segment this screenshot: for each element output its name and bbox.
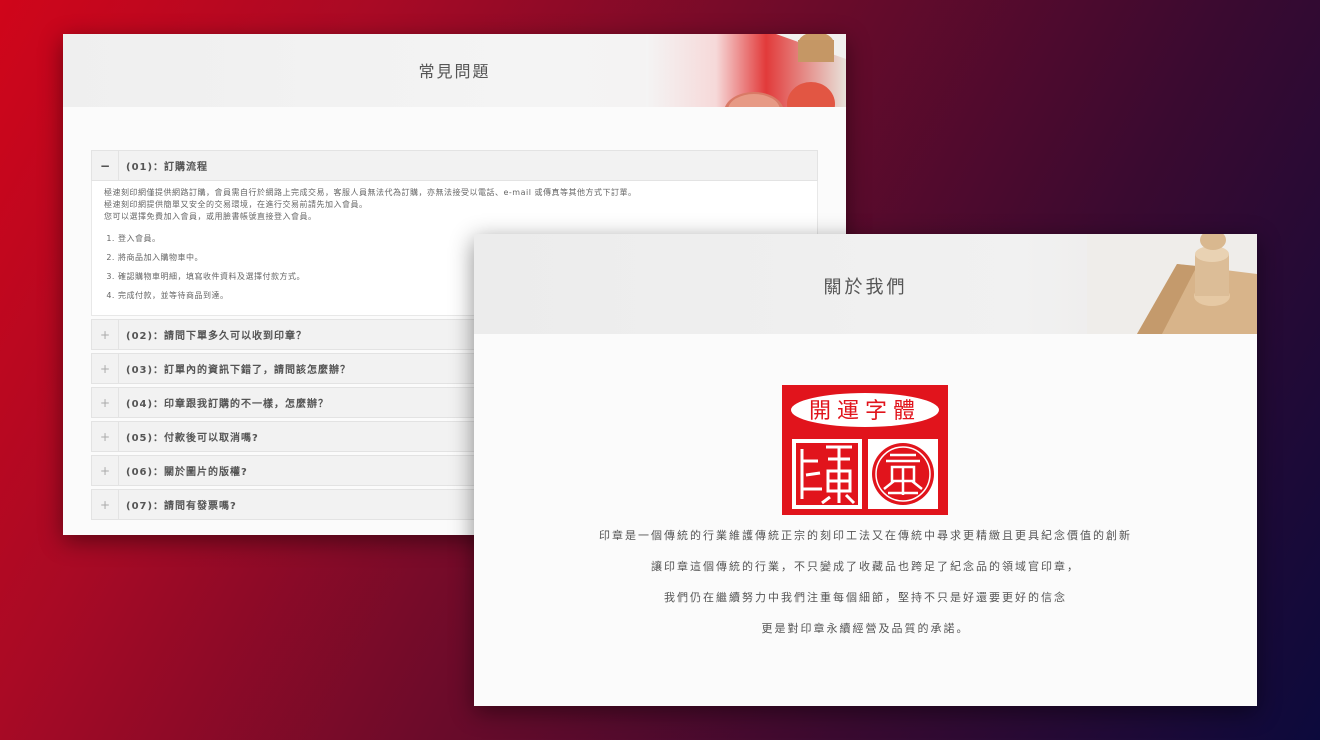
answer-line: 極速刻印網僅提供網路訂購，會員需自行於網路上完成交易，客服人員無法代為訂購，亦無… xyxy=(104,188,637,197)
seal-logo-graphic: 開運字體 xyxy=(791,393,939,509)
faq-question: (07)：請問有發票嗎? xyxy=(126,501,237,512)
about-paragraph: 我們仍在繼續努力中我們注重每個細節，堅持不只是好還要更好的信念 xyxy=(664,591,1067,604)
faq-item-01[interactable]: − (01)：訂購流程 xyxy=(91,150,818,181)
faq-question: (05)：付款後可以取消嗎? xyxy=(126,433,259,444)
answer-line: 您可以選擇免費加入會員，或用臉書帳號直接登入會員。 xyxy=(104,212,317,221)
plus-icon[interactable]: + xyxy=(92,320,119,349)
about-paragraph: 印章是一個傳統的行業維護傳統正宗的刻印工法又在傳統中尋求更精緻且更具紀念價值的創… xyxy=(599,529,1132,542)
faq-question: (06)：關於圖片的版權? xyxy=(126,467,248,478)
about-panel: 關於我們 開運字體 印章是一個傳統的行業維護傳統正宗的刻印工法又在傳統中尋求更精… xyxy=(474,234,1257,706)
faq-banner: 常見問題 xyxy=(63,34,846,107)
faq-question: (02)：請問下單多久可以收到印章？ xyxy=(126,331,308,342)
about-banner: 關於我們 xyxy=(474,234,1257,334)
about-description: 印章是一個傳統的行業維護傳統正宗的刻印工法又在傳統中尋求更精緻且更具紀念價值的創… xyxy=(474,526,1257,650)
plus-icon[interactable]: + xyxy=(92,354,119,383)
wooden-stamp-image xyxy=(1087,234,1257,334)
about-paragraph: 讓印章這個傳統的行業，不只變成了收藏品也跨足了紀念品的領域官印章， xyxy=(651,560,1080,573)
faq-question: (01)：訂購流程 xyxy=(126,162,209,173)
answer-line: 極速刻印網提供簡單又安全的交易環境，在進行交易前請先加入會員。 xyxy=(104,200,368,209)
logo-top-text: 開運字體 xyxy=(809,399,921,424)
plus-icon[interactable]: + xyxy=(92,490,119,519)
faq-question: (03)：訂單內的資訊下錯了，請問該怎麼辦？ xyxy=(126,365,352,376)
faq-question: (04)：印章跟我訂購的不一樣，怎麼辦？ xyxy=(126,399,330,410)
plus-icon[interactable]: + xyxy=(92,388,119,417)
stamp-decoration-image xyxy=(646,34,846,107)
plus-icon[interactable]: + xyxy=(92,422,119,451)
kaiyun-font-logo: 開運字體 xyxy=(782,385,948,515)
minus-icon[interactable]: − xyxy=(92,151,119,180)
plus-icon[interactable]: + xyxy=(92,456,119,485)
about-paragraph: 更是對印章永續經營及品質的承諾。 xyxy=(761,622,970,635)
